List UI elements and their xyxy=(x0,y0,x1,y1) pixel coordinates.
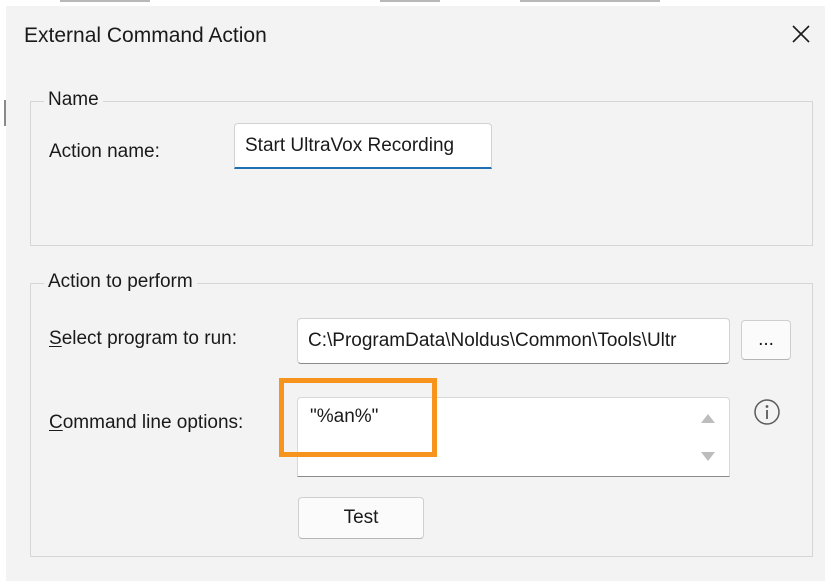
command-line-label: Command line options: xyxy=(49,412,243,434)
external-command-action-dialog: External Command Action Name Action name… xyxy=(0,0,825,581)
action-name-label: Action name: xyxy=(49,141,160,162)
scroll-up-arrow-icon[interactable] xyxy=(701,414,715,423)
select-program-label: Select program to run: xyxy=(49,328,237,350)
action-name-input[interactable]: Start UltraVox Recording xyxy=(234,123,492,169)
close-icon xyxy=(792,25,810,43)
select-program-label-text: elect program to run: xyxy=(61,328,237,349)
command-line-options-value: "%an%" xyxy=(310,406,379,427)
info-icon[interactable] xyxy=(753,398,781,426)
title-bar: External Command Action xyxy=(6,6,825,62)
test-button[interactable]: Test xyxy=(298,497,424,539)
command-line-options-input[interactable]: "%an%" xyxy=(297,397,730,477)
select-program-mnemonic: S xyxy=(49,328,62,349)
command-line-label-text: ommand line options: xyxy=(62,412,244,433)
program-path-input[interactable]: C:\ProgramData\Noldus\Common\Tools\Ultr xyxy=(297,318,730,364)
close-button[interactable] xyxy=(779,14,823,54)
dialog-title: External Command Action xyxy=(24,24,267,47)
name-group-title: Name xyxy=(44,89,103,111)
command-line-mnemonic: C xyxy=(49,412,63,433)
browse-button[interactable]: ... xyxy=(741,320,791,360)
action-group-title: Action to perform xyxy=(44,271,197,293)
background-window-edge-left xyxy=(0,0,6,581)
scroll-down-arrow-icon[interactable] xyxy=(701,452,715,461)
